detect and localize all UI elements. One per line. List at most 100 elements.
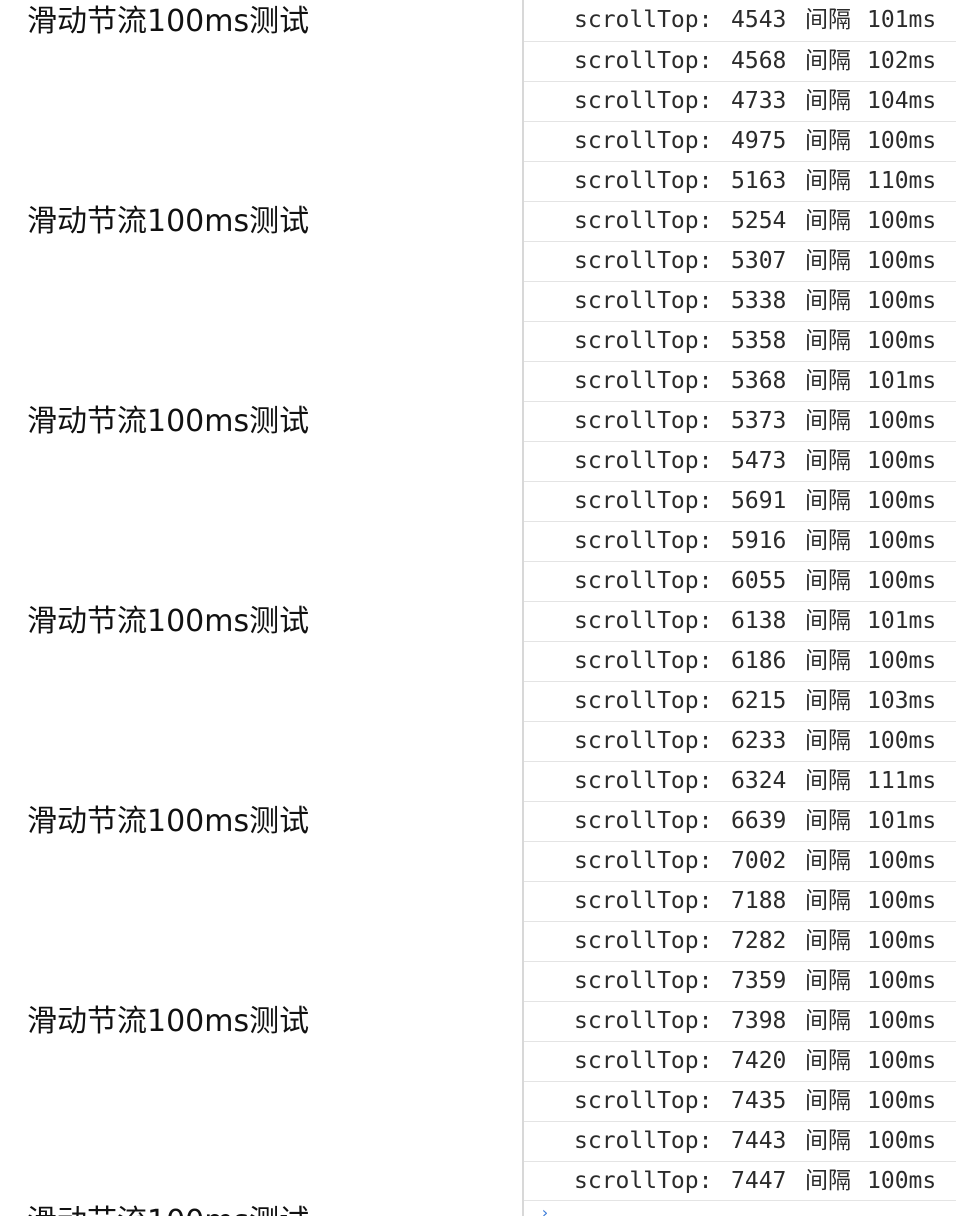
interval-label: 间隔	[805, 488, 851, 514]
console-log-row: scrollTop: 6055 间隔 100ms	[524, 561, 956, 601]
scroll-top-value: 5358	[731, 328, 787, 354]
page-heading: 滑动节流100ms测试	[27, 404, 310, 439]
console-log-row: scrollTop: 6324 间隔 111ms	[524, 761, 956, 801]
scroll-top-value: 7188	[731, 888, 787, 914]
interval-label: 间隔	[805, 768, 851, 794]
console-log-row: scrollTop: 7447 间隔 100ms	[524, 1161, 956, 1201]
interval-value: 100ms	[867, 408, 937, 434]
interval-label: 间隔	[805, 88, 851, 114]
interval-label: 间隔	[805, 1088, 851, 1114]
console-log-row: scrollTop: 5358 间隔 100ms	[524, 321, 956, 361]
interval-value: 100ms	[867, 448, 937, 474]
interval-value: 100ms	[867, 1048, 937, 1074]
interval-label: 间隔	[805, 288, 851, 314]
interval-value: 100ms	[867, 568, 937, 594]
interval-label: 间隔	[805, 1128, 851, 1154]
interval-label: 间隔	[805, 528, 851, 554]
log-prefix: scrollTop:	[574, 768, 713, 794]
log-prefix: scrollTop:	[574, 568, 713, 594]
interval-label: 间隔	[805, 888, 851, 914]
log-prefix: scrollTop:	[574, 168, 713, 194]
interval-label: 间隔	[805, 688, 851, 714]
interval-value: 100ms	[867, 128, 937, 154]
interval-value: 100ms	[867, 288, 937, 314]
scroll-top-value: 4975	[731, 128, 787, 154]
console-log-row: scrollTop: 7398 间隔 100ms	[524, 1001, 956, 1041]
interval-value: 100ms	[867, 648, 937, 674]
console-log-row: scrollTop: 4733 间隔 104ms	[524, 81, 956, 121]
log-prefix: scrollTop:	[574, 128, 713, 154]
test-page-content[interactable]: 滑动节流100ms测试 滑动节流100ms测试 滑动节流100ms测试 滑动节流100…	[0, 0, 522, 1216]
log-prefix: scrollTop:	[574, 328, 713, 354]
interval-label: 间隔	[805, 568, 851, 594]
interval-label: 间隔	[805, 728, 851, 754]
devtools-console[interactable]: › scrollTop: 4543 间隔 101ms scrollTop: 4568 间隔 1…	[522, 0, 956, 1216]
scroll-top-value: 4733	[731, 88, 787, 114]
interval-value: 100ms	[867, 1128, 937, 1154]
scroll-top-value: 5691	[731, 488, 787, 514]
scroll-top-value: 6639	[731, 808, 787, 834]
log-prefix: scrollTop:	[574, 928, 713, 954]
console-log-row: scrollTop: 5368 间隔 101ms	[524, 361, 956, 401]
interval-value: 110ms	[867, 168, 937, 194]
interval-value: 100ms	[867, 848, 937, 874]
scroll-top-value: 5373	[731, 408, 787, 434]
log-prefix: scrollTop:	[574, 648, 713, 674]
console-prompt[interactable]: ›	[524, 1200, 956, 1216]
console-log-row: scrollTop: 4568 间隔 102ms	[524, 41, 956, 81]
console-log-row: scrollTop: 6639 间隔 101ms	[524, 801, 956, 841]
interval-value: 101ms	[867, 608, 937, 634]
interval-value: 102ms	[867, 48, 937, 74]
page: 滑动节流100ms测试 滑动节流100ms测试 滑动节流100ms测试 滑动节流100…	[0, 0, 956, 1216]
scroll-top-value: 7435	[731, 1088, 787, 1114]
console-log-row: scrollTop: 7435 间隔 100ms	[524, 1081, 956, 1121]
interval-value: 100ms	[867, 1088, 937, 1114]
scroll-top-value: 5473	[731, 448, 787, 474]
log-prefix: scrollTop:	[574, 1168, 713, 1194]
page-heading: 滑动节流100ms测试	[27, 204, 310, 239]
interval-label: 间隔	[805, 1008, 851, 1034]
interval-value: 101ms	[867, 368, 937, 394]
interval-label: 间隔	[805, 648, 851, 674]
console-log-row: scrollTop: 7188 间隔 100ms	[524, 881, 956, 921]
interval-label: 间隔	[805, 328, 851, 354]
interval-value: 101ms	[867, 7, 937, 33]
interval-label: 间隔	[805, 168, 851, 194]
log-prefix: scrollTop:	[574, 1128, 713, 1154]
interval-value: 100ms	[867, 888, 937, 914]
console-log-row: scrollTop: 5373 间隔 100ms	[524, 401, 956, 441]
log-prefix: scrollTop:	[574, 408, 713, 434]
log-prefix: scrollTop:	[574, 208, 713, 234]
console-log-row: scrollTop: 6138 间隔 101ms	[524, 601, 956, 641]
log-prefix: scrollTop:	[574, 368, 713, 394]
scroll-top-value: 6324	[731, 768, 787, 794]
scroll-top-value: 5368	[731, 368, 787, 394]
scroll-top-value: 7420	[731, 1048, 787, 1074]
console-log-row: scrollTop: 4543 间隔 101ms	[524, 1, 956, 41]
console-log-row: scrollTop: 5473 间隔 100ms	[524, 441, 956, 481]
interval-value: 100ms	[867, 488, 937, 514]
interval-value: 100ms	[867, 248, 937, 274]
page-heading: 滑动节流100ms测试	[27, 4, 310, 39]
interval-value: 100ms	[867, 1008, 937, 1034]
scroll-top-value: 6055	[731, 568, 787, 594]
log-prefix: scrollTop:	[574, 728, 713, 754]
console-log-row: scrollTop: 6215 间隔 103ms	[524, 681, 956, 721]
scroll-top-value: 6186	[731, 648, 787, 674]
scroll-top-value: 7447	[731, 1168, 787, 1194]
interval-value: 100ms	[867, 728, 937, 754]
console-log-row: scrollTop: 7420 间隔 100ms	[524, 1041, 956, 1081]
interval-value: 100ms	[867, 1168, 937, 1194]
log-prefix: scrollTop:	[574, 1088, 713, 1114]
scroll-top-value: 4568	[731, 48, 787, 74]
scroll-top-value: 5307	[731, 248, 787, 274]
scroll-top-value: 6215	[731, 688, 787, 714]
interval-value: 100ms	[867, 968, 937, 994]
scroll-top-value: 6233	[731, 728, 787, 754]
interval-label: 间隔	[805, 208, 851, 234]
console-log-row: scrollTop: 5916 间隔 100ms	[524, 521, 956, 561]
interval-label: 间隔	[805, 368, 851, 394]
interval-label: 间隔	[805, 848, 851, 874]
log-prefix: scrollTop:	[574, 848, 713, 874]
scroll-top-value: 5254	[731, 208, 787, 234]
